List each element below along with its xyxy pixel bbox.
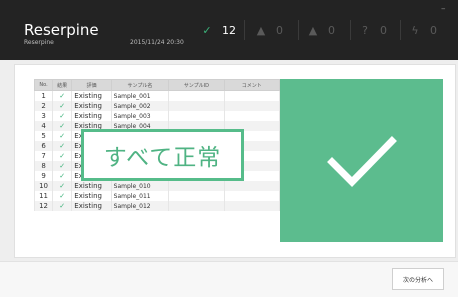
bolt-icon: ϟ — [411, 23, 419, 37]
status-divider — [244, 20, 245, 40]
status-skipped: ϟ 0 — [408, 16, 437, 44]
next-analysis-button[interactable]: 次の分析へ — [392, 268, 444, 290]
row-sample-id — [168, 181, 225, 191]
app-subtitle: Reserpine — [24, 39, 54, 46]
row-result-check-icon: ✓ — [52, 201, 73, 211]
error-icon: ▲ — [308, 23, 318, 37]
status-ok: ✓ 12 — [200, 16, 236, 44]
row-sample-id — [168, 90, 225, 101]
row-comment — [223, 181, 281, 191]
warning-icon: ▲ — [256, 23, 266, 37]
row-evaluation: Existing — [71, 90, 112, 101]
row-number: 2 — [33, 101, 54, 111]
column-header-sample-id[interactable]: サンプルID — [168, 79, 225, 91]
row-result-check-icon: ✓ — [52, 161, 73, 171]
status-divider — [350, 20, 351, 40]
row-number: 5 — [33, 131, 54, 141]
row-result-check-icon: ✓ — [52, 141, 73, 151]
row-number: 8 — [33, 161, 54, 171]
minimize-icon[interactable]: – — [441, 4, 446, 14]
row-number: 10 — [33, 181, 54, 191]
row-result-check-icon: ✓ — [52, 191, 73, 201]
app-title: Reserpine — [24, 21, 99, 39]
row-number: 4 — [33, 121, 54, 131]
row-sample-name: Sample_002 — [110, 101, 170, 111]
large-check-icon — [327, 136, 397, 187]
row-comment — [223, 201, 281, 211]
analysis-datetime: 2015/11/24 20:30 — [130, 39, 184, 46]
table-row[interactable]: 10 ✓ Existing Sample_010 — [33, 181, 281, 191]
status-skipped-count: 0 — [430, 23, 437, 37]
row-number: 3 — [33, 111, 54, 121]
table-row[interactable]: 3 ✓ Existing Sample_003 — [33, 111, 281, 121]
column-header-comment[interactable]: コメント — [223, 79, 281, 91]
table-row[interactable]: 11 ✓ Existing Sample_011 — [33, 191, 281, 201]
table-row[interactable]: 1 ✓ Existing Sample_001 — [33, 90, 281, 101]
row-result-check-icon: ✓ — [52, 111, 73, 121]
status-warning-count: 0 — [276, 23, 283, 37]
status-error-count: 0 — [328, 23, 335, 37]
row-result-check-icon: ✓ — [52, 121, 73, 131]
question-icon: ? — [362, 23, 368, 37]
app-header: Reserpine Reserpine 2015/11/24 20:30 ✓ 1… — [0, 0, 458, 60]
row-number: 9 — [33, 171, 54, 181]
status-error: ▲ 0 — [306, 16, 335, 44]
row-comment — [223, 101, 281, 111]
result-status-panel — [280, 79, 443, 242]
row-sample-name: Sample_003 — [110, 111, 170, 121]
row-sample-id — [168, 191, 225, 201]
row-sample-name: Sample_010 — [110, 181, 170, 191]
table-row[interactable]: 2 ✓ Existing Sample_002 — [33, 101, 281, 111]
row-evaluation: Existing — [71, 201, 112, 211]
row-evaluation: Existing — [71, 111, 112, 121]
row-number: 1 — [33, 90, 54, 101]
row-number: 7 — [33, 151, 54, 161]
status-warning: ▲ 0 — [254, 16, 283, 44]
row-result-check-icon: ✓ — [52, 151, 73, 161]
column-header-no[interactable]: No. — [33, 79, 54, 91]
check-icon: ✓ — [202, 23, 212, 37]
row-comment — [223, 111, 281, 121]
footer-bar — [0, 261, 458, 297]
row-result-check-icon: ✓ — [52, 101, 73, 111]
row-sample-name: Sample_012 — [110, 201, 170, 211]
row-sample-name: Sample_001 — [110, 90, 170, 101]
row-evaluation: Existing — [71, 191, 112, 201]
status-divider — [400, 20, 401, 40]
row-number: 11 — [33, 191, 54, 201]
column-header-evaluation[interactable]: 評価 — [71, 79, 112, 91]
status-unknown: ? 0 — [358, 16, 387, 44]
row-result-check-icon: ✓ — [52, 131, 73, 141]
table-row[interactable]: 12 ✓ Existing Sample_012 — [33, 201, 281, 211]
row-sample-name: Sample_011 — [110, 191, 170, 201]
row-comment — [223, 90, 281, 101]
all-normal-banner: すべて正常 — [81, 129, 244, 181]
status-unknown-count: 0 — [380, 23, 387, 37]
row-sample-id — [168, 101, 225, 111]
row-result-check-icon: ✓ — [52, 171, 73, 181]
table-header-row: No. 結果 評価 サンプル名 サンプルID コメント — [33, 79, 281, 91]
row-sample-id — [168, 201, 225, 211]
row-result-check-icon: ✓ — [52, 90, 73, 101]
row-sample-id — [168, 111, 225, 121]
status-ok-count: 12 — [222, 23, 236, 37]
row-number: 6 — [33, 141, 54, 151]
row-number: 12 — [33, 201, 54, 211]
row-result-check-icon: ✓ — [52, 181, 73, 191]
column-header-result[interactable]: 結果 — [52, 79, 73, 91]
row-evaluation: Existing — [71, 181, 112, 191]
status-divider — [298, 20, 299, 40]
column-header-sample-name[interactable]: サンプル名 — [110, 79, 170, 91]
row-comment — [223, 191, 281, 201]
row-evaluation: Existing — [71, 101, 112, 111]
